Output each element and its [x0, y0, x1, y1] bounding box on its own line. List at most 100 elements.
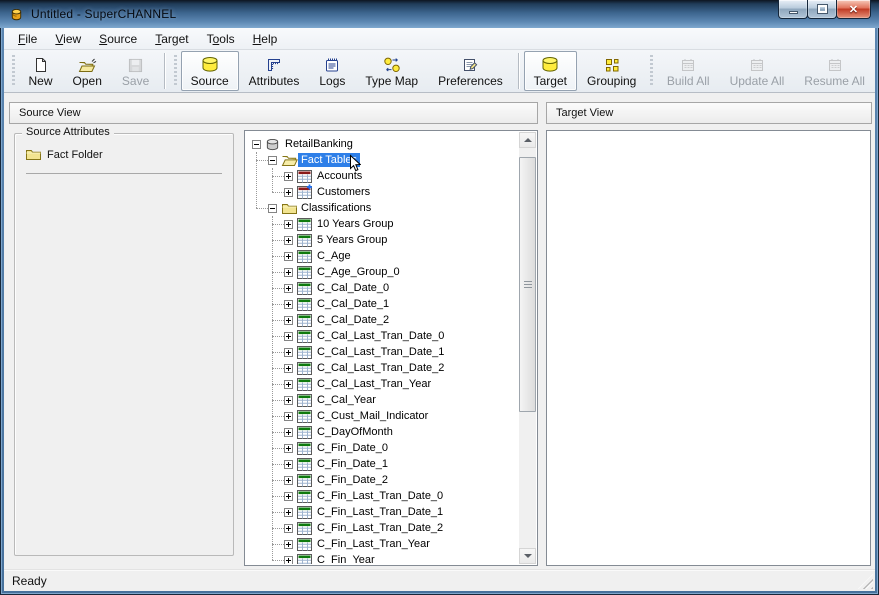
expander-icon[interactable] [252, 140, 261, 149]
resize-grip[interactable] [858, 574, 873, 589]
menu-item-help[interactable]: Help [245, 30, 286, 48]
tree-item-label[interactable]: C_Fin_Last_Tran_Date_1 [314, 505, 446, 519]
expander-icon[interactable] [284, 172, 293, 181]
toolbar-button-grouping[interactable]: Grouping [577, 51, 646, 91]
expander-icon[interactable] [284, 412, 293, 421]
tree-row[interactable]: C_Fin_Date_2 [246, 472, 518, 488]
menu-item-file[interactable]: File [10, 30, 45, 48]
close-button[interactable]: ✕ [836, 0, 871, 19]
tree-row[interactable]: C_Cust_Mail_Indicator [246, 408, 518, 424]
tree-item-label[interactable]: C_Fin_Year [314, 553, 378, 564]
scroll-down-button[interactable] [519, 548, 536, 564]
tree-row[interactable]: C_Fin_Last_Tran_Date_2 [246, 520, 518, 536]
tree-item-label[interactable]: Customers [314, 185, 373, 199]
expander-icon[interactable] [284, 348, 293, 357]
menu-item-source[interactable]: Source [91, 30, 145, 48]
tree-item-label[interactable]: C_Fin_Last_Tran_Date_0 [314, 489, 446, 503]
expander-icon[interactable] [284, 524, 293, 533]
fact-folder-item[interactable]: Fact Folder [25, 148, 233, 161]
app-icon[interactable] [9, 7, 24, 22]
expander-icon[interactable] [284, 252, 293, 261]
tree-row[interactable]: C_Cal_Last_Tran_Date_0 [246, 328, 518, 344]
expander-icon[interactable] [284, 540, 293, 549]
tree-item-label[interactable]: Classifications [298, 201, 374, 215]
tree-item-label[interactable]: C_Cust_Mail_Indicator [314, 409, 431, 423]
expander-icon[interactable] [284, 380, 293, 389]
toolbar-grip[interactable] [12, 55, 15, 87]
tree-row[interactable]: C_Cal_Last_Tran_Date_2 [246, 360, 518, 376]
expander-icon[interactable] [284, 428, 293, 437]
expander-icon[interactable] [284, 508, 293, 517]
toolbar-button-attributes[interactable]: Attributes [239, 51, 310, 91]
tree-scrollbar[interactable] [519, 132, 536, 564]
tree-row[interactable]: C_Cal_Last_Tran_Year [246, 376, 518, 392]
tree-item-label[interactable]: C_Cal_Year [314, 393, 379, 407]
toolbar-grip[interactable] [174, 55, 177, 87]
tree-item-label[interactable]: C_Fin_Date_1 [314, 457, 391, 471]
tree-row[interactable]: Classifications [246, 200, 518, 216]
tree-item-label[interactable]: RetailBanking [282, 137, 356, 151]
maximize-button[interactable] [807, 0, 837, 19]
expander-icon[interactable] [284, 332, 293, 341]
tree-row[interactable]: RetailBanking [246, 136, 518, 152]
toolbar-button-new[interactable]: New [19, 51, 63, 91]
menu-item-target[interactable]: Target [147, 30, 196, 48]
scroll-up-button[interactable] [519, 132, 536, 148]
tree-row[interactable]: 5 Years Group [246, 232, 518, 248]
tree-item-label[interactable]: C_Fin_Last_Tran_Year [314, 537, 433, 551]
tree-row[interactable]: C_Age_Group_0 [246, 264, 518, 280]
minimize-button[interactable] [778, 0, 808, 19]
tree-row[interactable]: C_Fin_Last_Tran_Date_0 [246, 488, 518, 504]
expander-icon[interactable] [284, 492, 293, 501]
expander-icon[interactable] [284, 444, 293, 453]
tree-item-label[interactable]: C_Fin_Date_2 [314, 473, 391, 487]
expander-icon[interactable] [284, 188, 293, 197]
toolbar-button-preferences[interactable]: Preferences [428, 51, 513, 91]
scrollbar-thumb[interactable] [519, 157, 536, 412]
tree-item-label[interactable]: C_Cal_Last_Tran_Date_0 [314, 329, 447, 343]
toolbar-grip[interactable] [650, 55, 653, 87]
tree-row[interactable]: Accounts [246, 168, 518, 184]
toolbar-button-logs[interactable]: Logs [309, 51, 355, 91]
tree-row[interactable]: C_Age [246, 248, 518, 264]
tree-row[interactable]: C_Cal_Date_0 [246, 280, 518, 296]
tree-row[interactable]: C_DayOfMonth [246, 424, 518, 440]
tree-item-label[interactable]: C_Cal_Last_Tran_Date_1 [314, 345, 447, 359]
toolbar-button-open[interactable]: Open [63, 51, 112, 91]
expander-icon[interactable] [284, 364, 293, 373]
tree-row[interactable]: Customers [246, 184, 518, 200]
expander-icon[interactable] [284, 460, 293, 469]
expander-icon[interactable] [284, 300, 293, 309]
tree-item-label[interactable]: C_Cal_Date_0 [314, 281, 392, 295]
tree-item-label[interactable]: C_Cal_Last_Tran_Date_2 [314, 361, 447, 375]
expander-icon[interactable] [284, 476, 293, 485]
toolbar-button-source[interactable]: Source [181, 51, 239, 91]
tree-item-label[interactable]: C_Cal_Date_2 [314, 313, 392, 327]
tree-item-label[interactable]: C_Age [314, 249, 354, 263]
tree-row[interactable]: Fact Tables [246, 152, 518, 168]
tree-item-label[interactable]: 5 Years Group [314, 233, 390, 247]
tree-item-label[interactable]: C_DayOfMonth [314, 425, 396, 439]
expander-icon[interactable] [284, 316, 293, 325]
expander-icon[interactable] [284, 268, 293, 277]
tree-item-label[interactable]: 10 Years Group [314, 217, 396, 231]
menu-item-view[interactable]: View [47, 30, 89, 48]
tree-row[interactable]: C_Fin_Date_0 [246, 440, 518, 456]
tree-row[interactable]: C_Fin_Last_Tran_Year [246, 536, 518, 552]
expander-icon[interactable] [284, 284, 293, 293]
expander-icon[interactable] [268, 156, 277, 165]
tree-row[interactable]: C_Fin_Year [246, 552, 518, 564]
expander-icon[interactable] [284, 236, 293, 245]
tree-item-label[interactable]: C_Fin_Last_Tran_Date_2 [314, 521, 446, 535]
menu-item-tools[interactable]: Tools [199, 30, 243, 48]
tree-row[interactable]: C_Cal_Date_2 [246, 312, 518, 328]
tree-item-label[interactable]: C_Cal_Last_Tran_Year [314, 377, 434, 391]
tree-row[interactable]: C_Fin_Date_1 [246, 456, 518, 472]
tree-row[interactable]: C_Cal_Date_1 [246, 296, 518, 312]
tree-item-label[interactable]: C_Age_Group_0 [314, 265, 403, 279]
tree-item-label[interactable]: C_Cal_Date_1 [314, 297, 392, 311]
tree-row[interactable]: C_Fin_Last_Tran_Date_1 [246, 504, 518, 520]
expander-icon[interactable] [284, 556, 293, 565]
toolbar-button-target[interactable]: Target [524, 51, 577, 91]
expander-icon[interactable] [284, 396, 293, 405]
